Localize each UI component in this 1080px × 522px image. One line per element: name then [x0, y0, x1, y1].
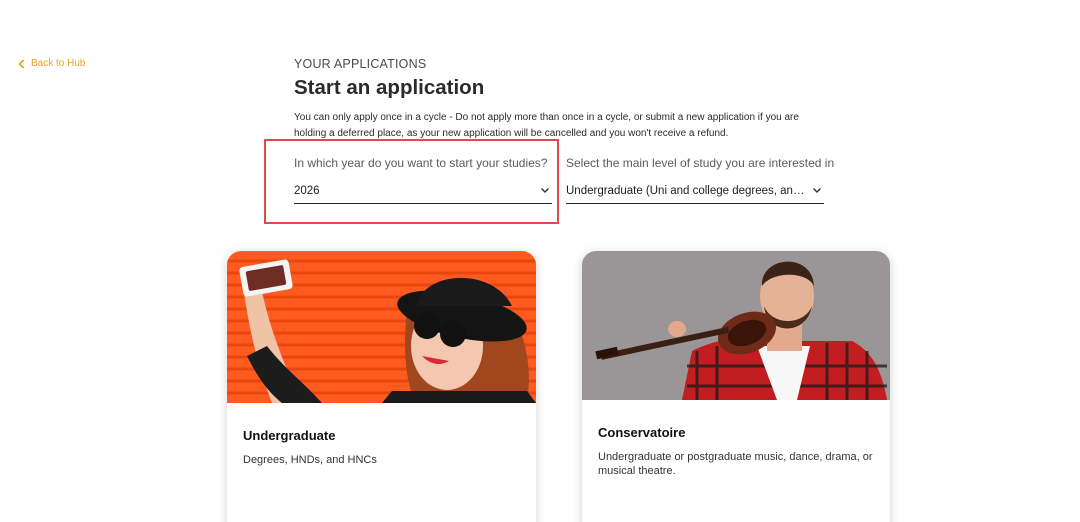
study-level-value: Undergraduate (Uni and college degrees, … [566, 184, 812, 197]
start-year-select[interactable]: 2026 [294, 178, 552, 204]
undergraduate-card-title: Undergraduate [243, 428, 336, 443]
study-level-select[interactable]: Undergraduate (Uni and college degrees, … [566, 178, 824, 204]
start-year-label: In which year do you want to start your … [294, 156, 548, 170]
start-year-field: In which year do you want to start your … [294, 156, 552, 204]
page: Back to Hub YOUR APPLICATIONS Start an a… [0, 0, 1080, 522]
start-year-value: 2026 [294, 184, 320, 197]
page-description: You can only apply once in a cycle - Do … [294, 112, 799, 139]
undergraduate-card[interactable]: Undergraduate Degrees, HNDs, and HNCs [227, 251, 536, 522]
conservatoire-card[interactable]: Conservatoire Undergraduate or postgradu… [582, 251, 890, 522]
study-level-field: Select the main level of study you are i… [566, 156, 835, 204]
page-title: Start an application [294, 76, 485, 99]
section-eyebrow: YOUR APPLICATIONS [294, 57, 427, 71]
conservatoire-card-title: Conservatoire [598, 425, 686, 440]
undergraduate-card-image [227, 251, 536, 403]
conservatoire-card-text: Undergraduate or postgraduate music, dan… [598, 451, 873, 477]
back-to-hub-label: Back to Hub [31, 58, 86, 69]
undergraduate-card-text: Degrees, HNDs, and HNCs [243, 454, 377, 466]
back-to-hub-link[interactable]: Back to Hub [18, 58, 85, 69]
chevron-down-icon [813, 188, 821, 193]
study-level-label: Select the main level of study you are i… [566, 156, 835, 170]
chevron-down-icon [541, 188, 549, 193]
chevron-left-icon [18, 58, 25, 69]
conservatoire-card-image [582, 251, 890, 400]
